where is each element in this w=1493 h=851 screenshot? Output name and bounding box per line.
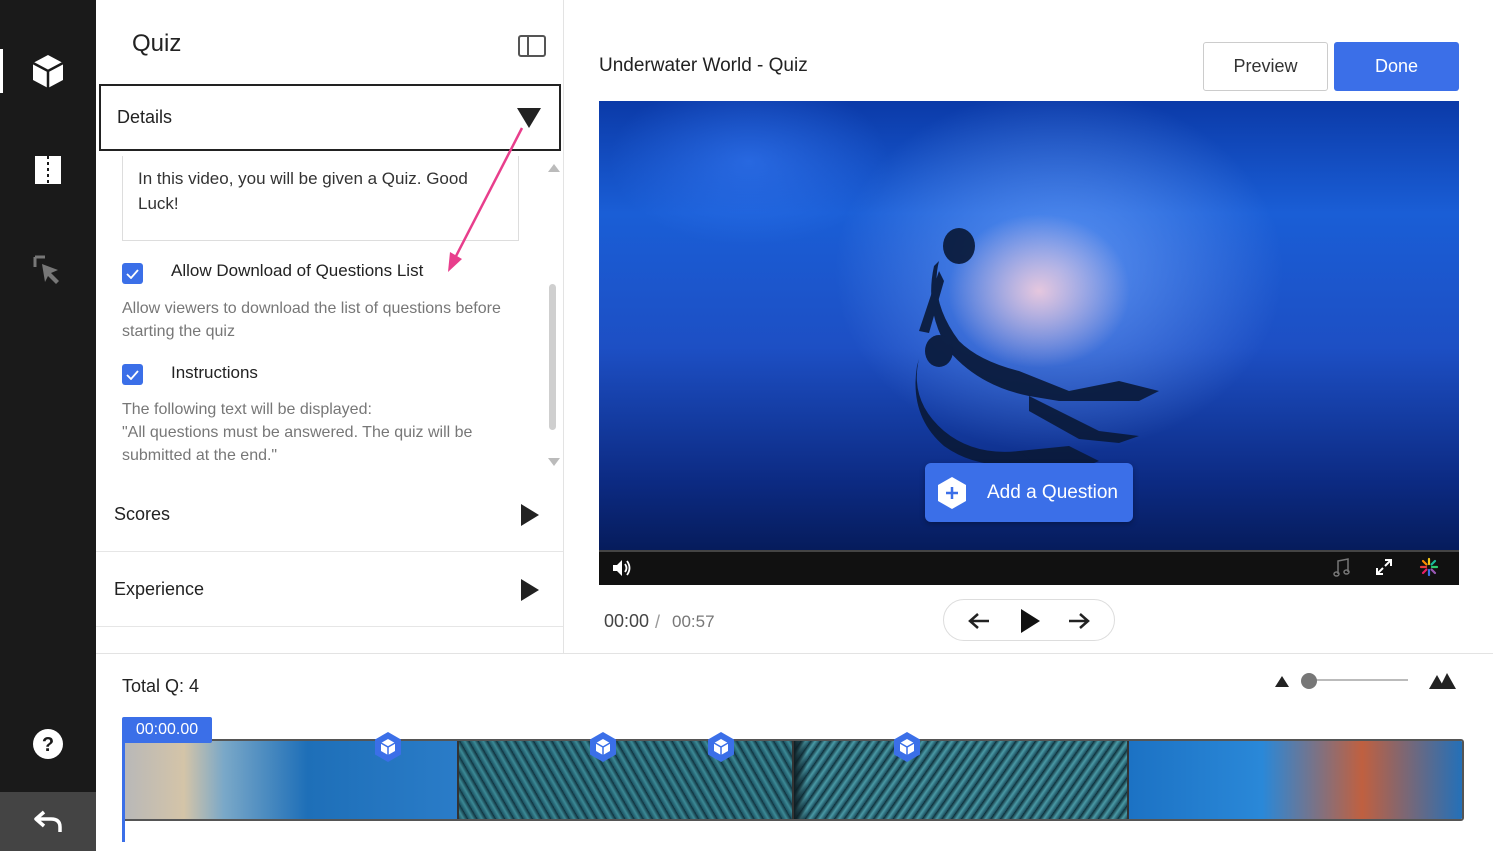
quiz-settings-panel: Quiz Details In this video, you will be … — [96, 0, 564, 654]
instructions-help: The following text will be displayed: "A… — [122, 398, 512, 467]
play-icon — [1021, 609, 1040, 633]
fullscreen-icon[interactable] — [1374, 557, 1394, 577]
details-scrollbar[interactable] — [547, 160, 560, 470]
video-player[interactable]: Add a Question — [599, 101, 1459, 585]
panel-title: Quiz — [132, 30, 182, 57]
question-circle-icon: ? — [33, 729, 63, 759]
cube-hexagon-icon — [894, 732, 920, 762]
cube-hexagon-icon — [375, 732, 401, 762]
collapse-triangle-icon — [517, 108, 541, 128]
play-button[interactable] — [1015, 606, 1045, 636]
expand-triangle-icon — [521, 579, 539, 601]
video-progress-bar[interactable] — [599, 550, 1459, 552]
instructions-label: Instructions — [171, 363, 258, 382]
playhead-time-label[interactable]: 00:00.00 — [122, 717, 212, 743]
zoom-slider-handle[interactable] — [1301, 673, 1317, 689]
scores-label: Scores — [114, 503, 171, 524]
checkmark-icon — [126, 268, 139, 279]
allow-download-help: Allow viewers to download the list of qu… — [122, 300, 501, 340]
zoom-out-icon[interactable] — [1275, 676, 1289, 687]
zoom-slider-track[interactable] — [1310, 679, 1408, 681]
step-forward-button[interactable] — [1064, 606, 1094, 636]
preview-button[interactable]: Preview — [1203, 42, 1328, 91]
total-time: 00:57 — [672, 612, 715, 631]
scores-section-header[interactable]: Scores — [96, 477, 563, 552]
experience-label: Experience — [114, 578, 205, 599]
instructions-help-line2: "All questions must be answered. The qui… — [122, 424, 473, 464]
details-section-header[interactable]: Details — [99, 84, 561, 151]
zoom-in-icon[interactable] — [1429, 672, 1457, 690]
timeline-divider — [96, 653, 1493, 654]
allow-download-label: Allow Download of Questions List — [171, 261, 424, 280]
description-textarea[interactable]: In this video, you will be given a Quiz.… — [122, 156, 519, 241]
checkmark-icon — [126, 369, 139, 380]
timeline-thumbnail — [794, 741, 1129, 819]
expand-triangle-icon — [521, 504, 539, 526]
undo-arrow-icon — [34, 810, 62, 832]
step-back-button[interactable] — [964, 606, 994, 636]
rail-hotspots-button[interactable] — [0, 242, 96, 298]
instructions-help-line1: The following text will be displayed: — [122, 401, 372, 418]
sidebar-toggle-icon — [518, 35, 546, 57]
arrow-right-icon — [1069, 613, 1090, 629]
done-button[interactable]: Done — [1334, 42, 1459, 91]
volume-icon[interactable] — [611, 558, 633, 578]
cube-icon — [32, 55, 64, 88]
timeline-filmstrip[interactable] — [122, 739, 1464, 821]
playback-controls — [943, 599, 1115, 641]
video-title: Underwater World - Quiz — [599, 55, 808, 76]
arrow-left-icon — [968, 613, 989, 629]
add-question-label: Add a Question — [987, 481, 1118, 503]
playhead-line[interactable] — [122, 741, 125, 842]
hexagon-plus-icon — [938, 476, 966, 509]
cube-hexagon-icon — [590, 732, 616, 762]
instructions-checkbox[interactable] — [122, 364, 143, 385]
timeline-thumbnail — [1129, 741, 1462, 819]
video-controls-bar — [599, 550, 1459, 585]
experience-section-header[interactable]: Experience — [96, 552, 563, 627]
total-questions-count: Total Q: 4 — [122, 676, 200, 696]
scroll-thumb[interactable] — [549, 284, 556, 430]
question-marker[interactable] — [707, 731, 735, 763]
scroll-up-arrow-icon[interactable] — [548, 164, 560, 172]
music-note-icon[interactable] — [1333, 558, 1351, 578]
left-rail: ? — [0, 0, 96, 851]
cursor-click-icon — [33, 255, 59, 284]
rail-quiz-button[interactable] — [0, 43, 96, 99]
timeline-thumbnail — [124, 741, 459, 819]
timeline-thumbnail — [459, 741, 794, 819]
rail-chapters-button[interactable] — [0, 142, 96, 198]
book-icon — [35, 156, 61, 184]
question-marker[interactable] — [589, 731, 617, 763]
panel-toggle-button[interactable] — [518, 35, 546, 57]
allow-download-checkbox[interactable] — [122, 263, 143, 284]
details-label: Details — [117, 107, 173, 127]
question-marker[interactable] — [374, 731, 402, 763]
time-separator: / — [655, 612, 661, 632]
brand-spark-icon[interactable] — [1419, 557, 1439, 577]
current-time: 00:00 — [604, 611, 650, 631]
add-question-button[interactable]: Add a Question — [925, 463, 1133, 522]
cube-hexagon-icon — [708, 732, 734, 762]
scroll-down-arrow-icon[interactable] — [548, 458, 560, 466]
question-marker[interactable] — [893, 731, 921, 763]
help-button[interactable]: ? — [0, 716, 96, 772]
svg-text:?: ? — [42, 734, 54, 756]
back-button[interactable] — [0, 792, 96, 851]
